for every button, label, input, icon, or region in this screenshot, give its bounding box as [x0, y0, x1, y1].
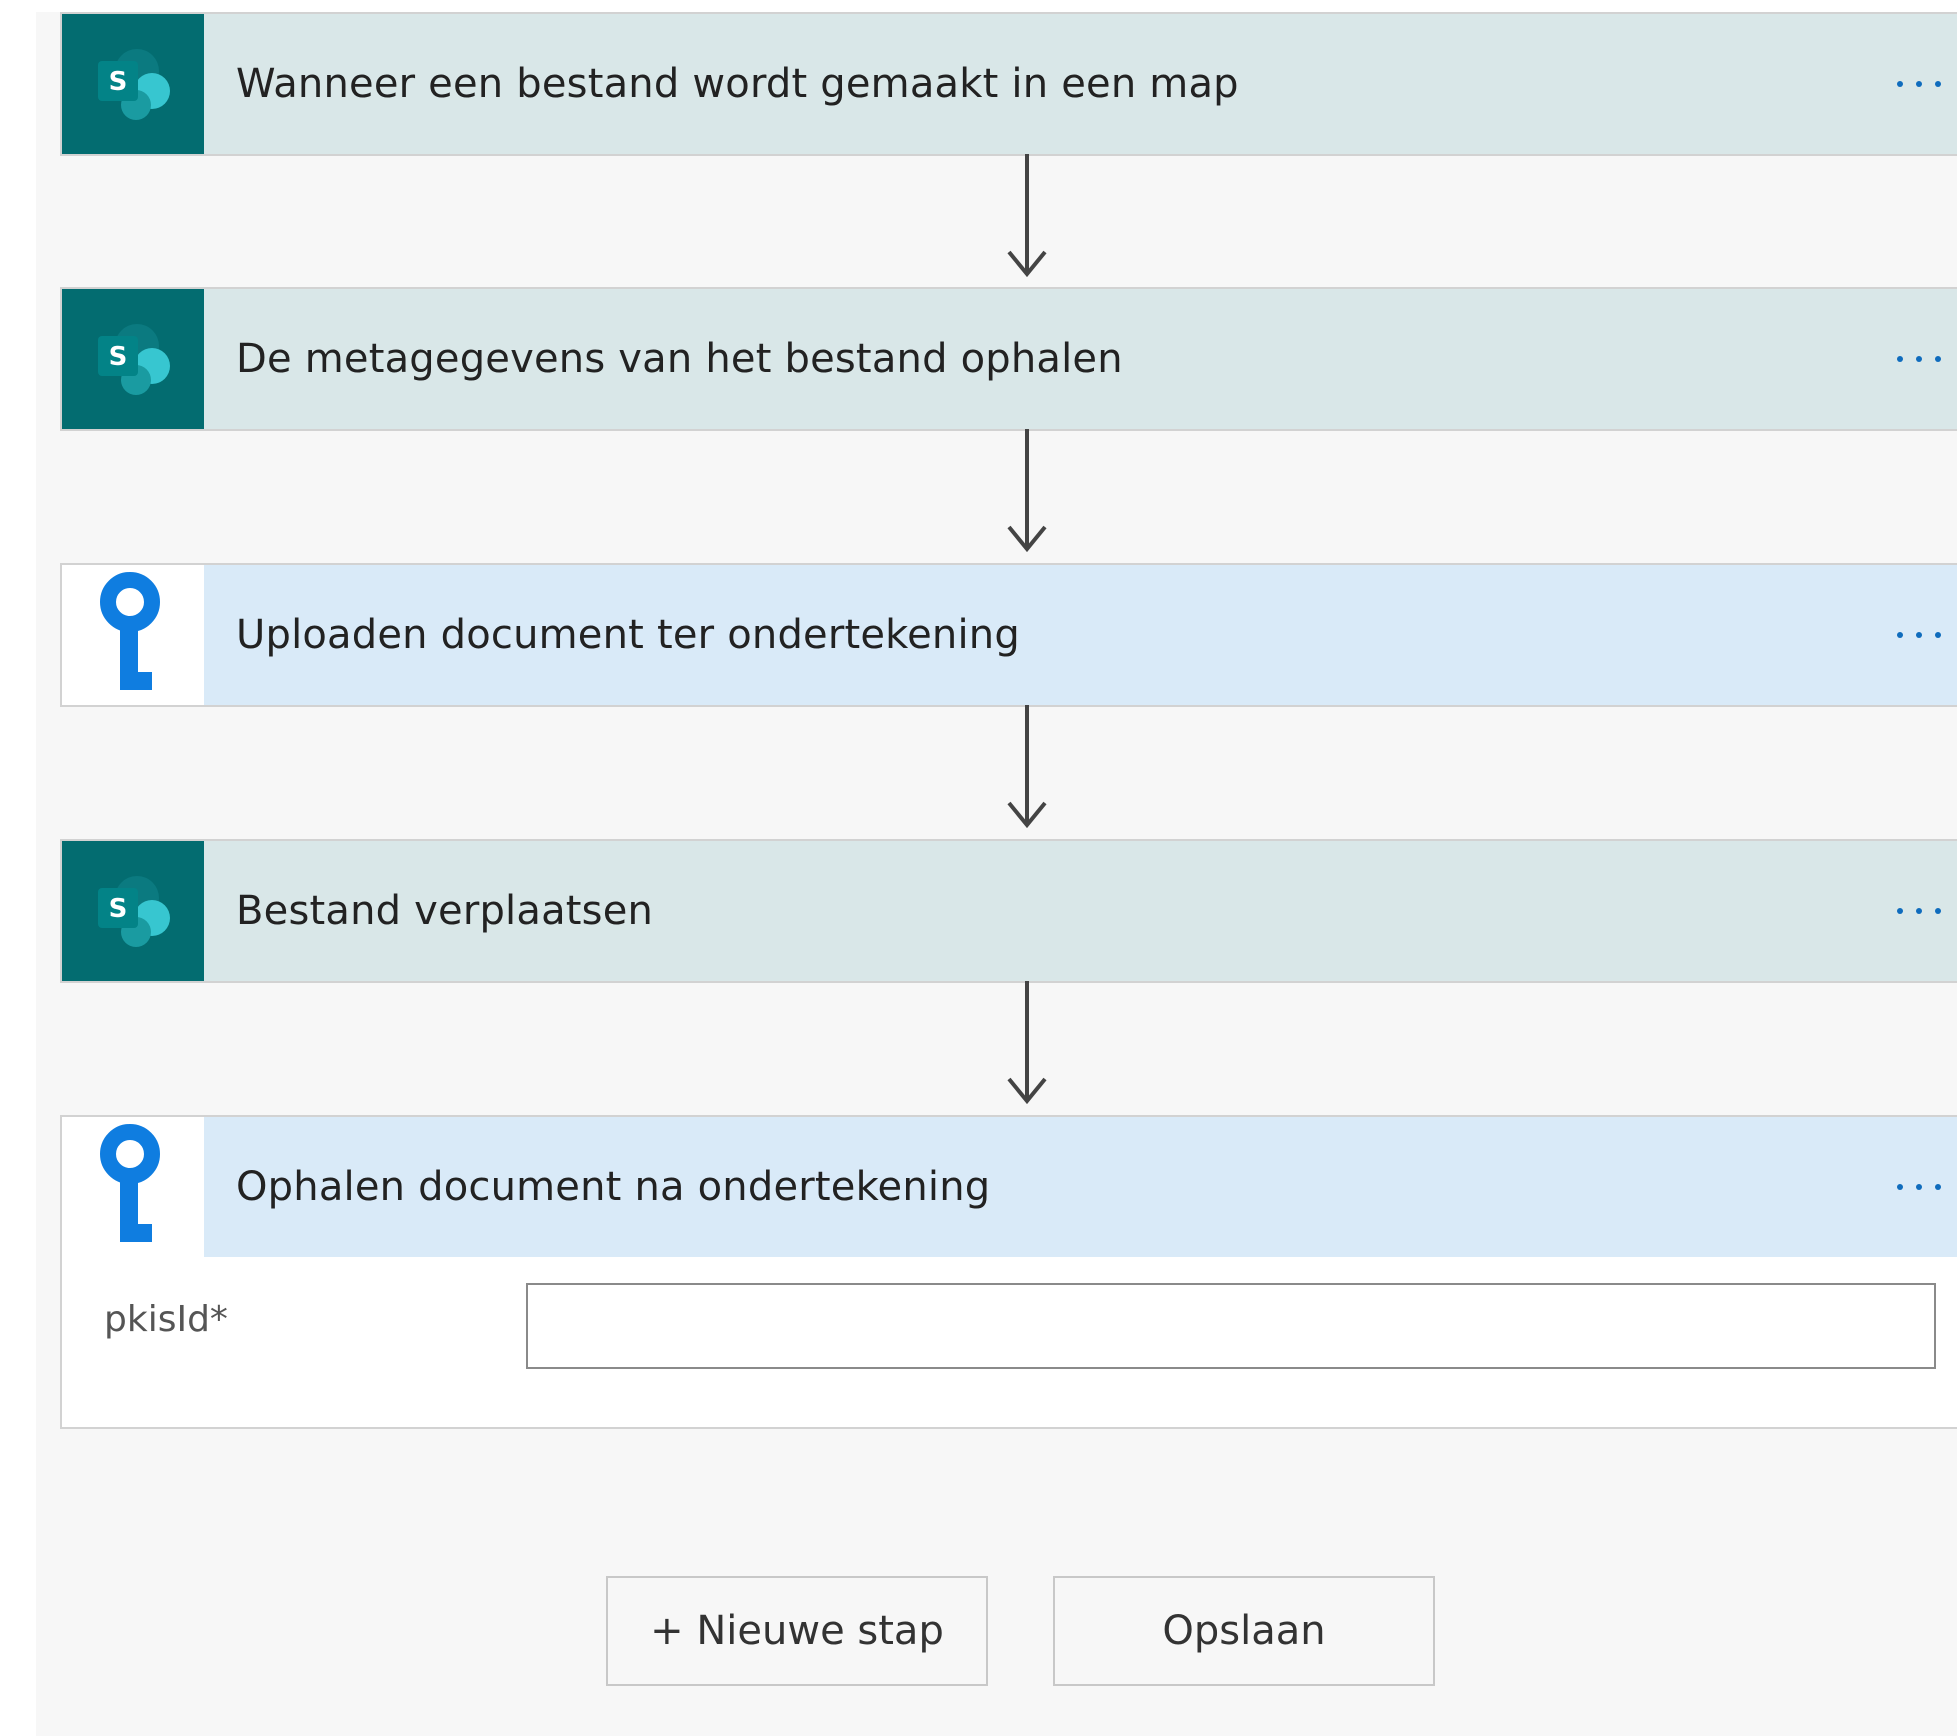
step-title: Uploaden document ter ondertekening — [236, 612, 1020, 658]
step-title: Wanneer een bestand wordt gemaakt in een… — [236, 61, 1239, 107]
svg-text:S: S — [109, 894, 128, 924]
connector-arrow-icon — [1007, 429, 1047, 553]
key-icon — [62, 1117, 204, 1257]
step-header[interactable]: S Bestand verplaatsen — [62, 841, 1957, 981]
svg-text:S: S — [109, 342, 128, 372]
flow-step-2[interactable]: S De metagegevens van het bestand ophale… — [60, 287, 1957, 431]
key-icon — [62, 565, 204, 705]
flow-step-4[interactable]: S Bestand verplaatsen — [60, 839, 1957, 983]
more-options-icon[interactable] — [1893, 1174, 1945, 1200]
step-header[interactable]: S Wanneer een bestand wordt gemaakt in e… — [62, 14, 1957, 154]
step-title: Ophalen document na ondertekening — [236, 1164, 991, 1210]
connector-arrow-icon — [1007, 154, 1047, 278]
flow-step-5[interactable]: Ophalen document na ondertekening pkisId… — [60, 1115, 1957, 1429]
more-options-icon[interactable] — [1893, 346, 1945, 372]
pkisid-label: pkisId* — [104, 1299, 228, 1340]
connector-arrow-icon — [1007, 981, 1047, 1105]
save-button[interactable]: Opslaan — [1053, 1576, 1435, 1686]
pkisid-input[interactable] — [526, 1283, 1936, 1369]
step-body: pkisId* — [62, 1257, 1957, 1427]
flow-canvas: S Wanneer een bestand wordt gemaakt in e… — [36, 12, 1957, 1736]
step-title: De metagegevens van het bestand ophalen — [236, 336, 1123, 382]
flow-step-1[interactable]: S Wanneer een bestand wordt gemaakt in e… — [60, 12, 1957, 156]
svg-text:S: S — [109, 67, 128, 97]
step-header[interactable]: Uploaden document ter ondertekening — [62, 565, 1957, 705]
sharepoint-icon: S — [62, 289, 204, 429]
sharepoint-icon: S — [62, 14, 204, 154]
more-options-icon[interactable] — [1893, 71, 1945, 97]
step-header[interactable]: Ophalen document na ondertekening — [62, 1117, 1957, 1257]
step-title: Bestand verplaatsen — [236, 888, 654, 934]
new-step-button[interactable]: + Nieuwe stap — [606, 1576, 988, 1686]
more-options-icon[interactable] — [1893, 622, 1945, 648]
flow-step-3[interactable]: Uploaden document ter ondertekening — [60, 563, 1957, 707]
more-options-icon[interactable] — [1893, 898, 1945, 924]
connector-arrow-icon — [1007, 705, 1047, 829]
sharepoint-icon: S — [62, 841, 204, 981]
step-header[interactable]: S De metagegevens van het bestand ophale… — [62, 289, 1957, 429]
